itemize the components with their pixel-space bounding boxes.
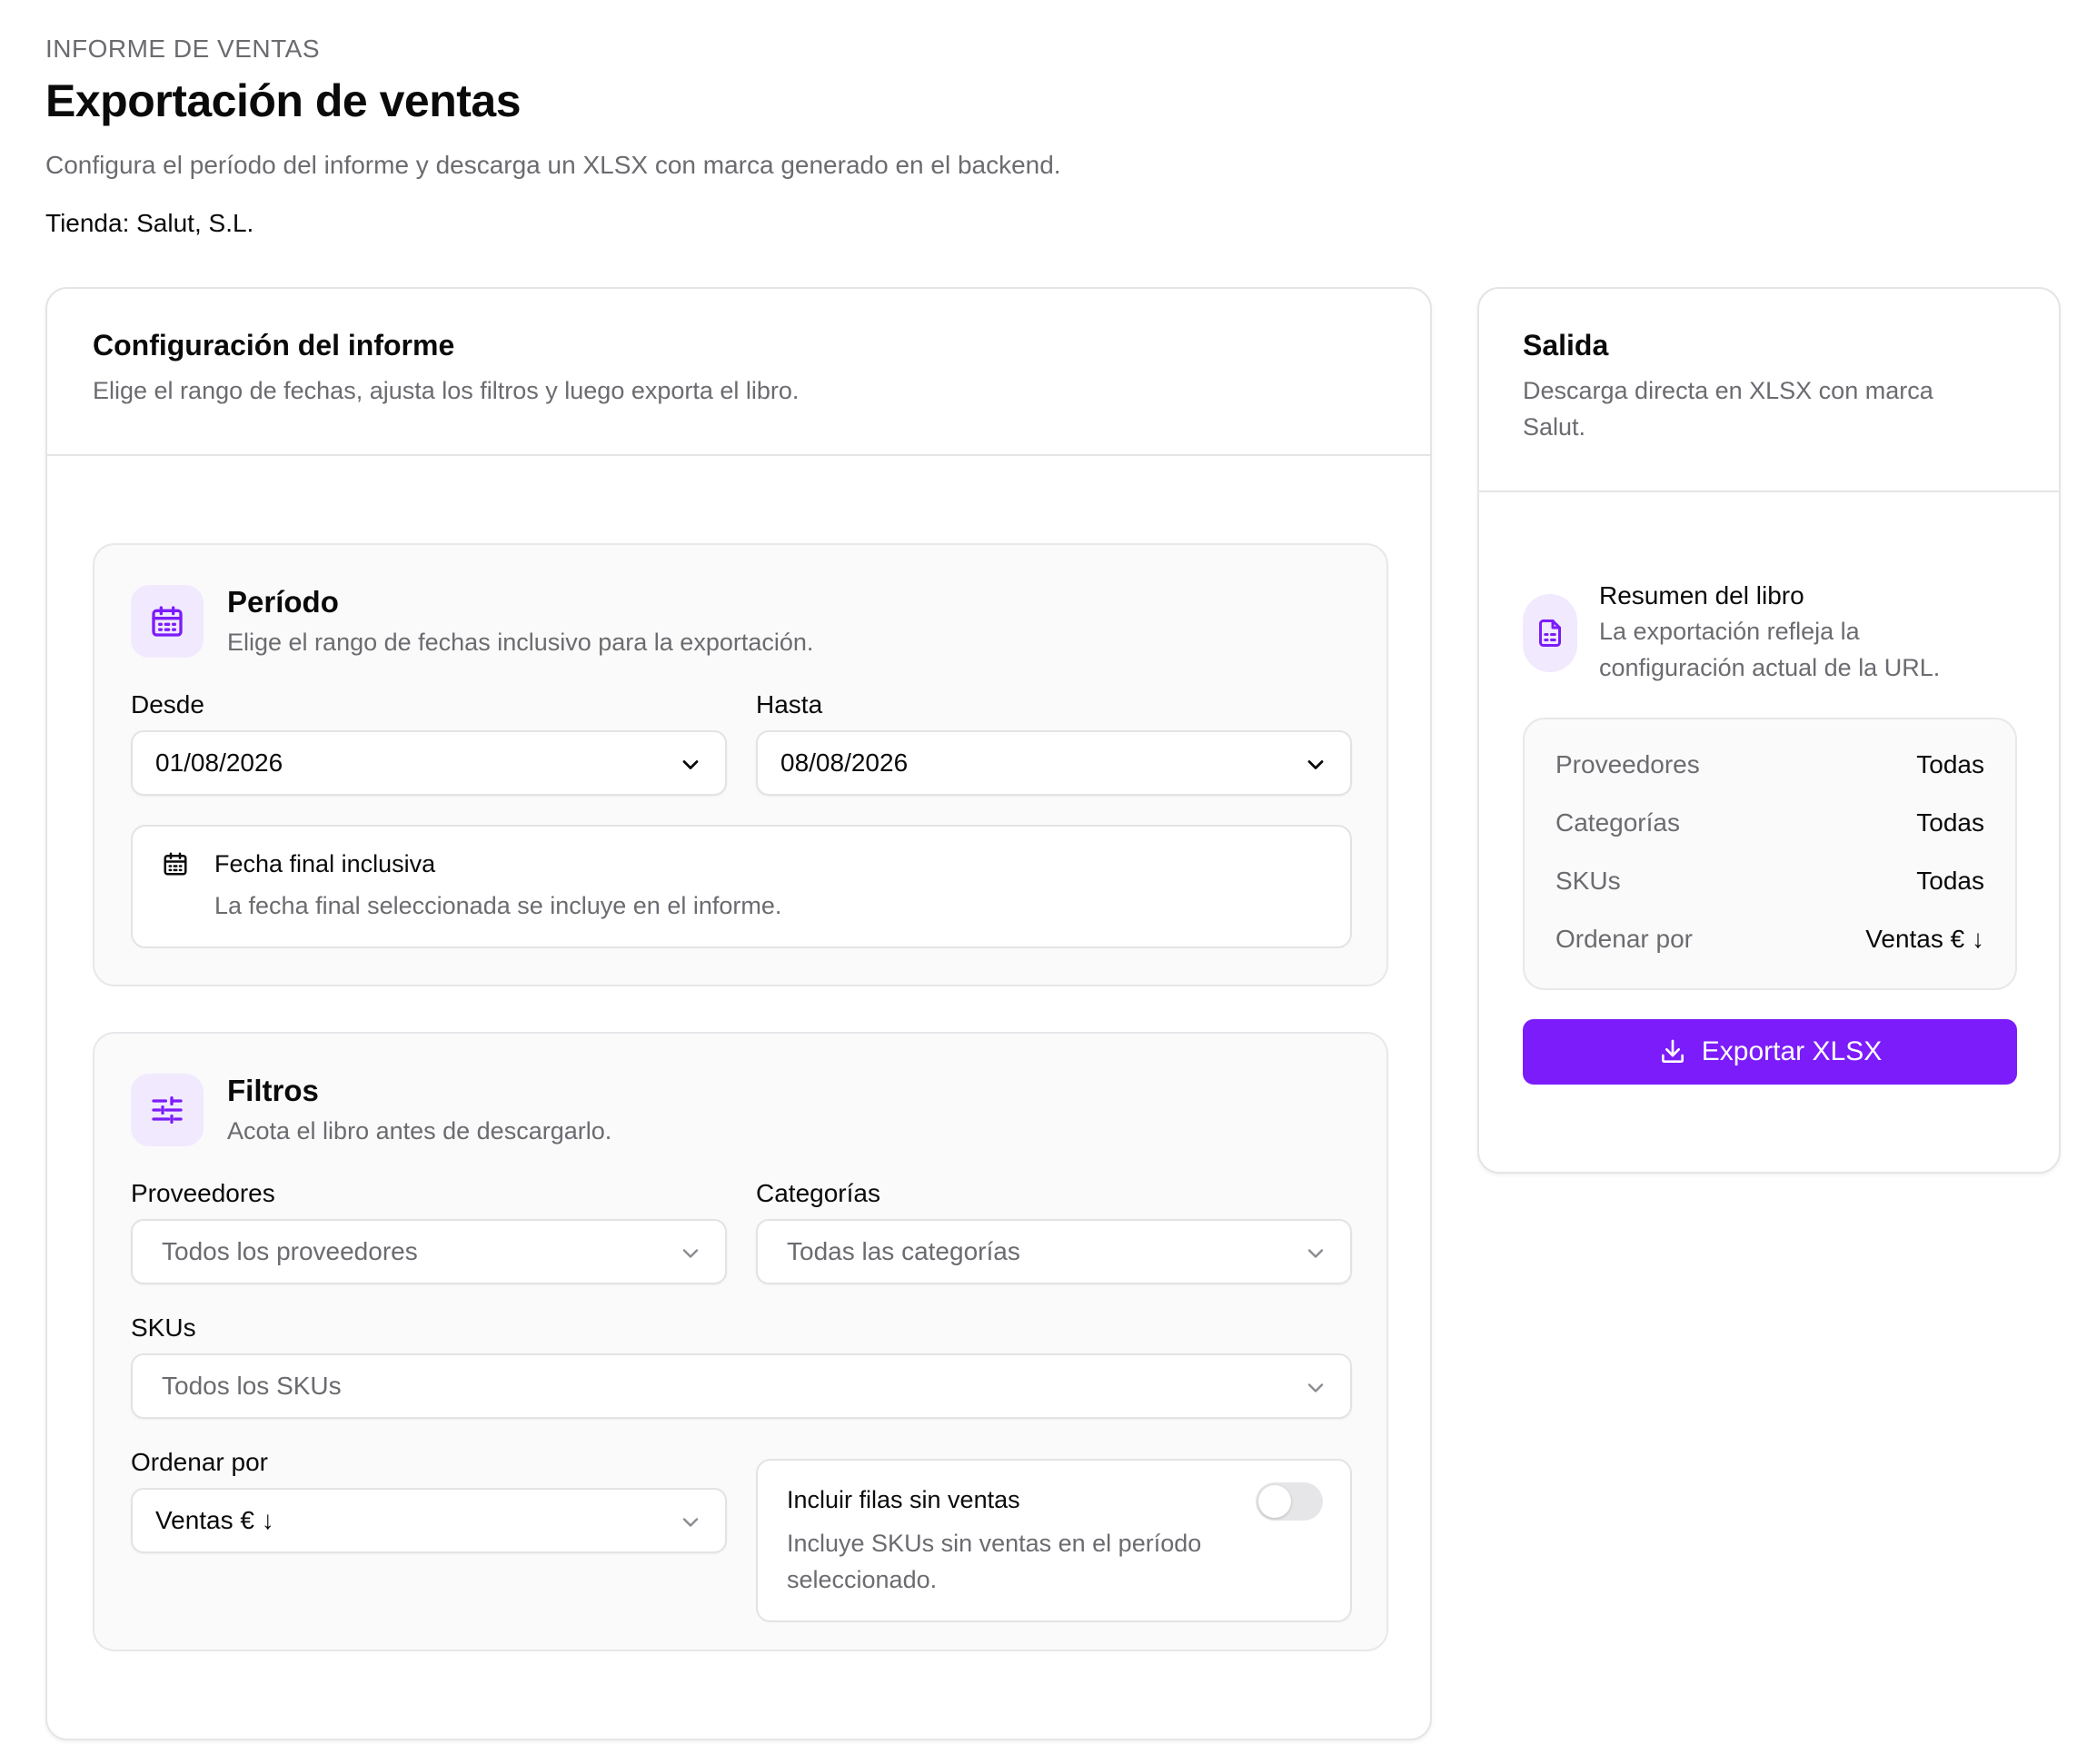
config-card-title: Configuración del informe: [93, 329, 455, 362]
to-label: Hasta: [756, 690, 823, 718]
export-xlsx-button[interactable]: Exportar XLSX: [1523, 1019, 2017, 1085]
summary-desc-2: configuración actual de la URL.: [1599, 654, 1941, 681]
skus-select[interactable]: Todos los SKUs: [131, 1353, 1352, 1419]
summary-row-value: Todas: [1916, 808, 1984, 837]
chevron-down-icon: [682, 1249, 699, 1258]
sliders-icon: [152, 1096, 183, 1124]
export-xlsx-label: Exportar XLSX: [1701, 1036, 1883, 1066]
output-card-title: Salida: [1523, 329, 1609, 362]
output-card-description-1: Descarga directa en XLSX con marca: [1523, 377, 1933, 404]
include-empty-rows-card: Incluir filas sin ventas Incluye SKUs si…: [756, 1459, 1352, 1622]
summary-row: Proveedores Todas: [1555, 750, 1984, 787]
suppliers-select[interactable]: Todos los proveedores: [131, 1219, 727, 1284]
workbook-summary-table: Proveedores Todas Categorías Todas SKUs …: [1523, 718, 2017, 990]
to-date-value: 08/08/2026: [780, 748, 909, 777]
from-date-select[interactable]: 01/08/2026: [131, 730, 727, 796]
filters-title: Filtros: [227, 1074, 319, 1107]
document-icon: [1539, 619, 1561, 647]
inclusive-end-note: Fecha final inclusiva La fecha final sel…: [131, 825, 1352, 948]
chevron-down-icon: [1307, 1249, 1324, 1258]
filters-section: Filtros Acota el libro antes de descarga…: [93, 1032, 1388, 1651]
filters-description: Acota el libro antes de descargarlo.: [227, 1117, 612, 1145]
sort-select[interactable]: Ventas € ↓: [131, 1488, 727, 1553]
summary-row-value: Todas: [1916, 750, 1984, 778]
summary-row-key: Categorías: [1555, 808, 1680, 837]
chevron-down-icon: [1307, 1383, 1324, 1392]
categories-select[interactable]: Todas las categorías: [756, 1219, 1352, 1284]
output-card-description-2: Salut.: [1523, 413, 1586, 441]
suppliers-label: Proveedores: [131, 1179, 275, 1207]
summary-desc-1: La exportación refleja la: [1599, 618, 1860, 645]
summary-title: Resumen del libro: [1599, 581, 1804, 609]
chevron-down-icon: [1307, 760, 1324, 769]
page-title: Exportación de ventas: [45, 75, 522, 126]
chevron-down-icon: [682, 760, 699, 769]
filters-icon-badge: [131, 1074, 204, 1146]
note-title: Fecha final inclusiva: [214, 850, 436, 877]
store-name: Tienda: Salut, S.L.: [45, 209, 254, 237]
period-description: Elige el rango de fechas inclusivo para …: [227, 629, 814, 656]
categories-placeholder: Todas las categorías: [787, 1237, 1020, 1265]
categories-label: Categorías: [756, 1179, 880, 1207]
config-card: Configuración del informe Elige el rango…: [45, 287, 1432, 1740]
page-subtitle: Configura el período del informe y desca…: [45, 151, 1061, 179]
skus-label: SKUs: [131, 1313, 196, 1342]
summary-row: Categorías Todas: [1555, 808, 1984, 845]
summary-row-value: Todas: [1916, 867, 1984, 895]
summary-icon-badge: [1523, 594, 1577, 672]
chevron-down-icon: [682, 1518, 699, 1527]
summary-row: SKUs Todas: [1555, 867, 1984, 903]
summary-row-key: Ordenar por: [1555, 925, 1693, 953]
period-title: Período: [227, 585, 339, 619]
note-text: La fecha final seleccionada se incluye e…: [214, 892, 782, 919]
download-icon: [1661, 1039, 1684, 1063]
config-card-description: Elige el rango de fechas, ajusta los fil…: [93, 377, 800, 404]
output-card-header: Salida Descarga directa en XLSX con marc…: [1479, 289, 2059, 492]
page-eyebrow: INFORME DE VENTAS: [45, 35, 321, 63]
config-card-header: Configuración del informe Elige el rango…: [47, 289, 1430, 456]
period-section: Período Elige el rango de fechas inclusi…: [93, 543, 1388, 986]
summary-row-key: SKUs: [1555, 867, 1621, 895]
include-empty-rows-desc-2: seleccionado.: [787, 1566, 938, 1593]
summary-row: Ordenar por Ventas € ↓: [1555, 925, 1984, 961]
from-label: Desde: [131, 690, 204, 718]
to-date-select[interactable]: 08/08/2026: [756, 730, 1352, 796]
summary-row-value: Ventas € ↓: [1865, 925, 1984, 953]
period-icon-badge: [131, 585, 204, 658]
include-empty-rows-toggle[interactable]: [1256, 1482, 1323, 1521]
skus-placeholder: Todos los SKUs: [162, 1372, 342, 1400]
calendar-icon: [152, 606, 183, 637]
from-date-value: 01/08/2026: [155, 748, 283, 777]
calendar-icon: [164, 852, 187, 876]
sort-value: Ventas € ↓: [155, 1506, 274, 1534]
include-empty-rows-desc-1: Incluye SKUs sin ventas en el período: [787, 1530, 1202, 1557]
include-empty-rows-title: Incluir filas sin ventas: [787, 1486, 1020, 1513]
summary-row-key: Proveedores: [1555, 750, 1700, 778]
toggle-knob: [1258, 1485, 1291, 1518]
suppliers-placeholder: Todos los proveedores: [162, 1237, 418, 1265]
sort-label: Ordenar por: [131, 1448, 268, 1476]
